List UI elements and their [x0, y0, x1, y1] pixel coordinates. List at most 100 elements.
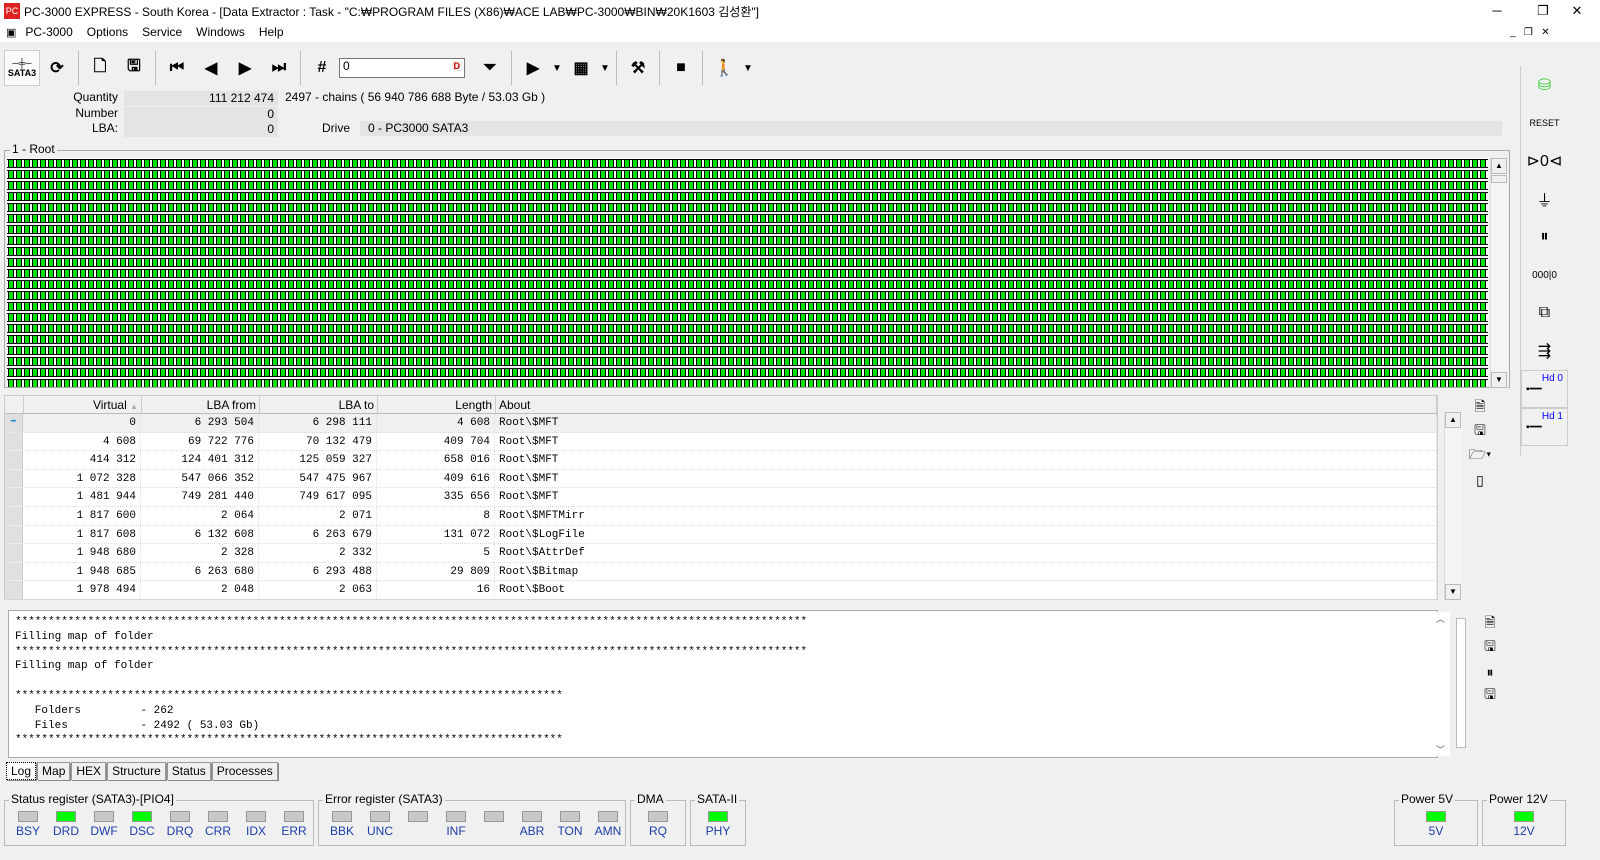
goto-lba-icon[interactable]: #	[305, 50, 339, 86]
power-switch-icon[interactable]: ⏚	[1521, 180, 1568, 218]
scroll-down-icon[interactable]: ﹀	[1436, 743, 1445, 756]
cell-virtual: 0	[23, 414, 141, 432]
zero-calibrate-icon[interactable]: ⊳0⊲	[1521, 142, 1568, 180]
refresh-icon[interactable]: ⟳	[40, 50, 74, 86]
header-virtual[interactable]: Virtual ▲	[24, 396, 142, 413]
pause-icon[interactable]: ⏸	[1478, 660, 1502, 684]
save-icon[interactable]: 🖫	[1468, 420, 1492, 444]
minimize-button[interactable]: ─	[1474, 0, 1520, 22]
log-slider[interactable]	[1456, 618, 1466, 748]
cell-about: Root\$MFT	[495, 432, 1437, 451]
sata3-port-button[interactable]: ─╪─ SATA3	[4, 50, 40, 86]
led-label: DWF	[90, 824, 118, 838]
page-icon[interactable]: ▯	[1468, 468, 1492, 492]
dec-hex-toggle[interactable]: D	[451, 61, 462, 71]
menu-windows[interactable]: Windows	[189, 25, 252, 39]
number-value: 0	[124, 107, 278, 122]
table-row[interactable]: 1 948 685 6 263 680 6 293 488 29 809 Root\$B…	[5, 562, 1437, 582]
log-scrollbar[interactable]: ︿ ﹀	[1436, 612, 1450, 756]
tools-icon[interactable]: ⚒	[621, 50, 655, 86]
table-row[interactable]: 1 817 608 6 132 608 6 263 679 131 072 Root\$…	[5, 525, 1437, 545]
map-scrollbar[interactable]: ▲ ▼	[1490, 158, 1508, 388]
table-row[interactable]: ➡ 0 6 293 504 6 298 111 4 608 Root\$MFT	[5, 414, 1437, 433]
cell-lba-to: 125 059 327	[259, 451, 377, 469]
scroll-down-icon[interactable]: ▼	[1491, 372, 1507, 388]
tab-log[interactable]: Log	[6, 762, 37, 780]
menu-pc3000[interactable]: PC-3000	[18, 25, 79, 39]
tab-processes[interactable]: Processes	[211, 762, 278, 780]
sector-map[interactable]	[7, 158, 1488, 387]
save-icon[interactable]: 🖫	[117, 50, 151, 86]
header-lba-from[interactable]: LBA from	[142, 396, 260, 413]
reset-icon[interactable]: RESET	[1521, 104, 1568, 142]
mdi-controls[interactable]: _ ❐ ✕	[1510, 27, 1550, 38]
header-about[interactable]: About	[496, 396, 1437, 413]
export-icon[interactable]: 🗎	[1468, 396, 1492, 420]
header-lba-to[interactable]: LBA to	[260, 396, 378, 413]
counter-reset-icon[interactable]: 000|0	[1521, 256, 1568, 294]
chains-info: 2497 - chains ( 56 940 786 688 Byte / 53…	[285, 90, 546, 104]
hd1-button[interactable]: Hd 1 ▪━━	[1521, 408, 1568, 446]
led-indicator	[484, 811, 504, 822]
led-indicator	[370, 811, 390, 822]
drive-connector-icon: ▪━━	[1526, 384, 1542, 395]
load-icon[interactable]: 🗋	[83, 50, 117, 86]
table-row[interactable]: 1 978 494 2 048 2 063 16 Root\$Boot	[5, 581, 1437, 600]
play-icon[interactable]: ▶	[516, 50, 550, 86]
next-icon[interactable]: ▶	[228, 50, 262, 86]
grid-dropdown-icon[interactable]: ▼	[598, 50, 612, 86]
exit-dropdown-icon[interactable]: ▼	[741, 50, 755, 86]
prev-icon[interactable]: ◀	[194, 50, 228, 86]
led-dsc: DSC	[123, 811, 161, 838]
cell-lba-to: 6 263 679	[259, 525, 377, 544]
menu-service[interactable]: Service	[135, 25, 189, 39]
open-folder-icon[interactable]: 🗁▾	[1468, 444, 1492, 468]
table-row[interactable]: 1 948 680 2 328 2 332 5 Root\$AttrDef	[5, 544, 1437, 563]
save-log-icon[interactable]: 🖫	[1478, 636, 1502, 660]
close-button[interactable]: ✕	[1554, 0, 1600, 22]
led-idx: IDX	[237, 811, 275, 838]
load-log-icon[interactable]: 🖫	[1478, 684, 1502, 708]
last-icon[interactable]: ⏭	[262, 50, 296, 86]
scroll-up-icon[interactable]: ︿	[1436, 612, 1450, 625]
hd0-button[interactable]: Hd 0 ▪━━	[1521, 370, 1568, 408]
first-icon[interactable]: ⏮	[160, 50, 194, 86]
grid-icon[interactable]: ▦	[564, 50, 598, 86]
scroll-up-icon[interactable]: ▲	[1445, 412, 1461, 428]
table-row[interactable]: 4 608 69 722 776 70 132 479 409 704 Root\$MF…	[5, 432, 1437, 452]
scroll-up-icon[interactable]: ▲	[1491, 158, 1507, 174]
row-indicator	[5, 506, 23, 525]
cell-about: Root\$AttrDef	[495, 544, 1437, 562]
copy-pages-icon[interactable]: ⧉	[1521, 294, 1568, 332]
tab-map[interactable]: Map	[37, 762, 71, 780]
table-row[interactable]: 1 817 600 2 064 2 071 8 Root\$MFTMirr	[5, 506, 1437, 526]
scroll-down-icon[interactable]: ▼	[1445, 584, 1461, 600]
log-output[interactable]: ****************************************…	[8, 610, 1438, 758]
cell-length: 5	[377, 544, 495, 562]
export-log-icon[interactable]: 🗎	[1478, 612, 1502, 636]
cell-lba-from: 547 066 352	[141, 469, 259, 488]
cell-lba-from: 6 132 608	[141, 525, 259, 544]
table-row[interactable]: 414 312 124 401 312 125 059 327 658 016 Root…	[5, 451, 1437, 470]
filter-icon[interactable]: ⏷	[473, 50, 507, 86]
header-length[interactable]: Length	[378, 396, 496, 413]
tab-hex[interactable]: HEX	[71, 762, 107, 780]
connector-icon[interactable]: ⇶	[1521, 332, 1568, 370]
exit-icon[interactable]: 🚶	[707, 50, 741, 86]
disk-copy-icon[interactable]: ⛁	[1521, 66, 1568, 104]
cell-about: Root\$MFT	[495, 451, 1437, 469]
table-scrollbar[interactable]: ▲ ▼	[1444, 412, 1462, 600]
pause-icon[interactable]: ⏸	[1521, 218, 1568, 256]
tab-structure[interactable]: Structure	[107, 762, 166, 780]
menu-options[interactable]: Options	[80, 25, 135, 39]
table-row[interactable]: 1 481 944 749 281 440 749 617 095 335 656 Ro…	[5, 488, 1437, 507]
tab-status[interactable]: Status	[166, 762, 211, 780]
scroll-thumb[interactable]	[1491, 175, 1507, 183]
menu-help[interactable]: Help	[252, 25, 291, 39]
table-row[interactable]: 1 072 328 547 066 352 547 475 967 409 616 Ro…	[5, 469, 1437, 489]
stop-icon[interactable]: ■	[664, 50, 698, 86]
lba-input[interactable]: 0D	[339, 58, 465, 78]
table-header: Virtual ▲ LBA from LBA to Length About	[5, 396, 1437, 414]
window-title: PC-3000 EXPRESS - South Korea - [Data Ex…	[24, 4, 759, 19]
play-dropdown-icon[interactable]: ▼	[550, 50, 564, 86]
